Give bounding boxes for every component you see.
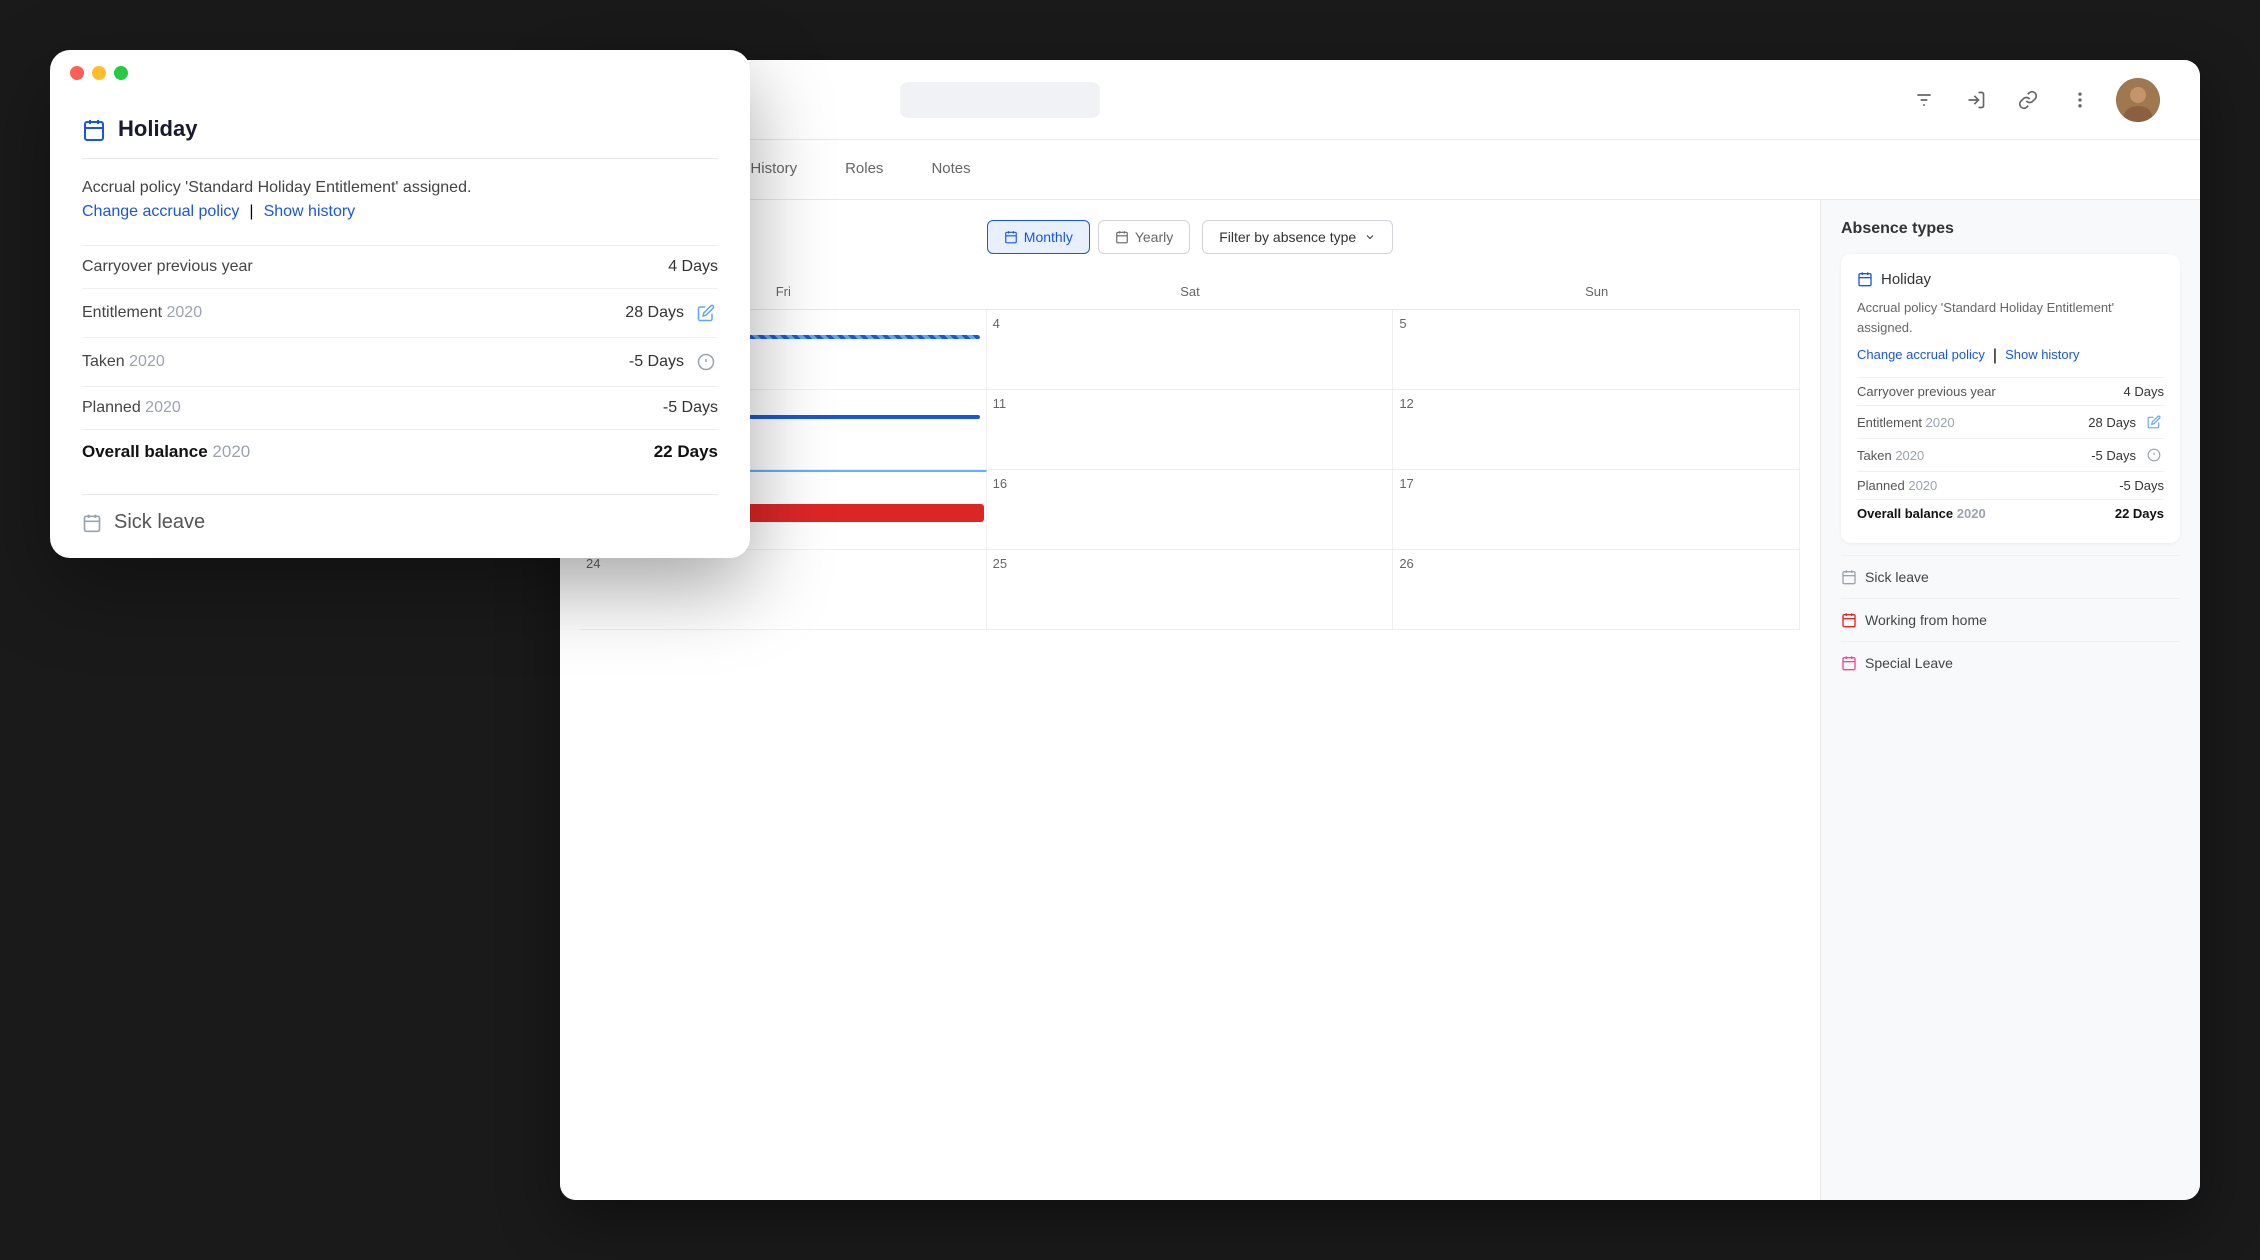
entitlement-label-sidebar: Entitlement 2020 [1857, 415, 1955, 430]
signin-icon[interactable] [1960, 84, 1992, 116]
entitlement-value-sidebar: 28 Days [2088, 412, 2164, 432]
planned-value-sidebar: -5 Days [2119, 478, 2164, 493]
taken-value-sidebar: -5 Days [2091, 445, 2164, 465]
cal-cell-17: 17 [1393, 470, 1800, 549]
popup-entitlement-row: Entitlement 2020 28 Days [82, 288, 718, 337]
main-content: Monthly Yearly Filter by absence type [560, 200, 2200, 1200]
popup-carryover-row: Carryover previous year 4 Days [82, 245, 718, 288]
holiday-calendar-icon [1857, 270, 1873, 288]
popup-edit-icon[interactable] [694, 301, 718, 325]
special-leave-icon [1841, 654, 1857, 672]
popup-sick-leave-section: Sick leave [82, 494, 718, 534]
app-header [560, 60, 2200, 140]
popup-overall-label: Overall balance 2020 [82, 442, 250, 462]
cal-header-sun: Sun [1393, 274, 1800, 309]
popup-overall-value: 22 Days [654, 442, 718, 462]
view-toggle: Monthly Yearly [987, 220, 1190, 254]
info-taken-icon[interactable] [2144, 445, 2164, 465]
absence-sidebar: Absence types Holiday Accrual policy 'St… [1820, 200, 2200, 1200]
cal-cell-12: 12 [1393, 390, 1800, 469]
popup-taken-label: Taken 2020 [82, 353, 165, 371]
cal-week-1: 3 4 5 [580, 310, 1800, 390]
popup-carryover-value: 4 Days [668, 258, 718, 276]
carryover-label-sidebar: Carryover previous year [1857, 384, 1996, 399]
cal-cell-24: 24 [580, 550, 987, 629]
working-from-home-icon [1841, 611, 1857, 629]
calendar-grid: Fri Sat Sun 3 4 5 10 [580, 274, 1800, 630]
popup-table: Carryover previous year 4 Days Entitleme… [82, 245, 718, 474]
popup-taken-value: -5 Days [629, 350, 718, 374]
cal-cell-26: 26 [1393, 550, 1800, 629]
show-history-link-sidebar[interactable]: Show history [2005, 347, 2079, 365]
taken-label-sidebar: Taken 2020 [1857, 448, 1924, 463]
carryover-row-sidebar: Carryover previous year 4 Days [1857, 377, 2164, 405]
cal-header-sat: Sat [987, 274, 1394, 309]
working-from-home-item[interactable]: Working from home [1841, 598, 2180, 641]
window-close-dot[interactable] [70, 66, 84, 80]
window-controls [50, 50, 750, 92]
sick-leave-item[interactable]: Sick leave [1841, 555, 2180, 598]
carryover-value-sidebar: 4 Days [2124, 384, 2164, 399]
popup-entitlement-value: 28 Days [625, 301, 718, 325]
filter-icon[interactable] [1908, 84, 1940, 116]
change-accrual-link-sidebar[interactable]: Change accrual policy [1857, 347, 1985, 365]
popup-holiday-title: Holiday [82, 116, 718, 159]
header-search[interactable] [900, 82, 1100, 118]
absence-types-title: Absence types [1841, 220, 2180, 238]
holiday-card: Holiday Accrual policy 'Standard Holiday… [1841, 254, 2180, 543]
app-window: Onboarding History Roles Notes Monthly [560, 60, 2200, 1200]
cal-week-4: 24 25 26 [580, 550, 1800, 630]
tab-roles[interactable]: Roles [821, 140, 907, 199]
popup-accrual-links: Change accrual policy | Show history [82, 203, 718, 221]
special-leave-item[interactable]: Special Leave [1841, 641, 2180, 684]
taken-row-sidebar: Taken 2020 -5 Days [1857, 438, 2164, 471]
popup-holiday-icon [82, 116, 106, 142]
popup-show-history-link[interactable]: Show history [264, 203, 356, 221]
window-minimize-dot[interactable] [92, 66, 106, 80]
planned-row-sidebar: Planned 2020 -5 Days [1857, 471, 2164, 499]
planned-label-sidebar: Planned 2020 [1857, 478, 1937, 493]
popup-change-accrual-link[interactable]: Change accrual policy [82, 203, 239, 221]
cal-cell-25: 25 [987, 550, 1394, 629]
cal-cell-16: 16 [987, 470, 1394, 549]
tab-notes[interactable]: Notes [907, 140, 994, 199]
filter-absence-type[interactable]: Filter by absence type [1202, 220, 1393, 254]
popup-planned-row: Planned 2020 -5 Days [82, 386, 718, 429]
popup-content: Holiday Accrual policy 'Standard Holiday… [50, 92, 750, 558]
popup-carryover-label: Carryover previous year [82, 258, 253, 276]
overall-label-sidebar: Overall balance 2020 [1857, 506, 1986, 521]
popup-entitlement-label: Entitlement 2020 [82, 304, 202, 322]
cal-week-3: 15 3 days 16 17 [580, 470, 1800, 550]
holiday-card-title: Holiday [1857, 270, 2164, 288]
overall-balance-row-sidebar: Overall balance 2020 22 Days [1857, 499, 2164, 527]
edit-entitlement-icon[interactable] [2144, 412, 2164, 432]
cal-cell-5: 5 [1393, 310, 1800, 389]
overall-value-sidebar: 22 Days [2115, 506, 2164, 521]
calendar-controls: Monthly Yearly Filter by absence type [580, 220, 1800, 254]
cal-cell-4: 4 [987, 310, 1394, 389]
popup-planned-label: Planned 2020 [82, 399, 181, 417]
entitlement-row-sidebar: Entitlement 2020 28 Days [1857, 405, 2164, 438]
popup-info-icon[interactable] [694, 350, 718, 374]
nav-tabs-bar: Onboarding History Roles Notes [560, 140, 2200, 200]
popup-accrual-text: Accrual policy 'Standard Holiday Entitle… [82, 179, 718, 197]
popup-card: Holiday Accrual policy 'Standard Holiday… [50, 50, 750, 558]
sick-leave-icon [1841, 568, 1857, 586]
popup-taken-row: Taken 2020 -5 Days [82, 337, 718, 386]
more-icon[interactable] [2064, 84, 2096, 116]
window-maximize-dot[interactable] [114, 66, 128, 80]
cal-week-2: 10 11 12 [580, 390, 1800, 470]
cal-cell-11: 11 [987, 390, 1394, 469]
link-icon[interactable] [2012, 84, 2044, 116]
popup-sick-leave-icon [82, 511, 102, 534]
popup-planned-value: -5 Days [663, 399, 718, 417]
accrual-links-sidebar: Change accrual policy | Show history [1857, 347, 2164, 365]
monthly-view-button[interactable]: Monthly [987, 220, 1090, 254]
yearly-view-button[interactable]: Yearly [1098, 220, 1190, 254]
avatar[interactable] [2116, 78, 2160, 122]
popup-overall-row: Overall balance 2020 22 Days [82, 429, 718, 474]
accrual-policy-text-sidebar: Accrual policy 'Standard Holiday Entitle… [1857, 298, 2164, 337]
